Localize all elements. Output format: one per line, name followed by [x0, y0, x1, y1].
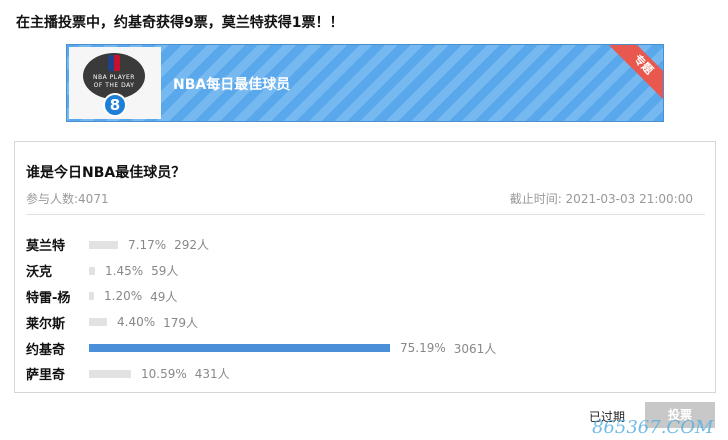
divider	[26, 214, 705, 215]
option-percent: 1.20%	[104, 289, 143, 304]
option-name: 莱尔斯	[26, 316, 66, 332]
poll-question: 谁是今日NBA最佳球员？	[26, 165, 186, 181]
topic-ribbon: 专题	[607, 45, 663, 101]
topic-banner[interactable]: NBA PLAYER OF THE DAY 8 NBA每日最佳球员 专题	[66, 44, 664, 122]
nba-logo-icon	[108, 55, 120, 71]
option-share-bar	[89, 369, 131, 378]
poll-deadline: 截止时间: 2021-03-03 21:00:00	[509, 192, 693, 206]
option-share-bar	[89, 266, 95, 275]
poll-option: 沃克 1.45% 59人	[26, 258, 696, 284]
poll-option: 莱尔斯 4.40% 179人	[26, 309, 696, 335]
option-count: 292人	[174, 238, 210, 253]
option-count: 3061人	[453, 341, 497, 356]
option-count: 431人	[194, 367, 230, 382]
option-percent: 1.45%	[105, 263, 144, 278]
option-count: 179人	[163, 315, 199, 330]
banner-title: NBA每日最佳球员	[173, 77, 291, 93]
poll-option: 约基奇 75.19% 3061人	[26, 335, 696, 361]
option-share-bar	[89, 292, 94, 301]
option-percent: 75.19%	[400, 341, 446, 356]
option-percent: 4.40%	[117, 315, 156, 330]
option-name: 特雷-杨	[26, 290, 71, 306]
logo-number: 8	[103, 93, 127, 117]
option-share-bar	[89, 240, 118, 249]
player-of-the-day-logo: NBA PLAYER OF THE DAY 8	[69, 47, 161, 119]
site-watermark: 865367.COM	[592, 417, 714, 438]
poll-option: 莫兰特 7.17% 292人	[26, 232, 696, 258]
option-name: 萨里奇	[26, 368, 66, 384]
poll-options: 莫兰特 7.17% 292人沃克 1.45% 59人特雷-杨 1.20% 49人莱尔斯 4.4…	[26, 232, 696, 387]
participants-count: 参与人数:4071	[26, 192, 109, 206]
option-count: 59人	[151, 264, 179, 279]
option-name: 沃克	[26, 265, 53, 281]
option-name: 约基奇	[26, 342, 66, 358]
option-percent: 7.17%	[128, 237, 167, 252]
option-share-bar	[89, 344, 390, 353]
logo-text-line1: NBA PLAYER	[93, 74, 135, 81]
poll-option: 萨里奇 10.59% 431人	[26, 361, 696, 387]
option-name: 莫兰特	[26, 239, 66, 255]
option-share-bar	[89, 318, 107, 327]
poll-option: 特雷-杨 1.20% 49人	[26, 284, 696, 310]
logo-text-line2: OF THE DAY	[93, 82, 135, 89]
option-count: 49人	[150, 289, 178, 304]
intro-text: 在主播投票中，约基奇获得9票，莫兰特获得1票！！	[16, 15, 344, 31]
option-percent: 10.59%	[141, 366, 187, 381]
poll-panel: 谁是今日NBA最佳球员？ 参与人数:4071 截止时间: 2021-03-03 …	[14, 141, 716, 393]
